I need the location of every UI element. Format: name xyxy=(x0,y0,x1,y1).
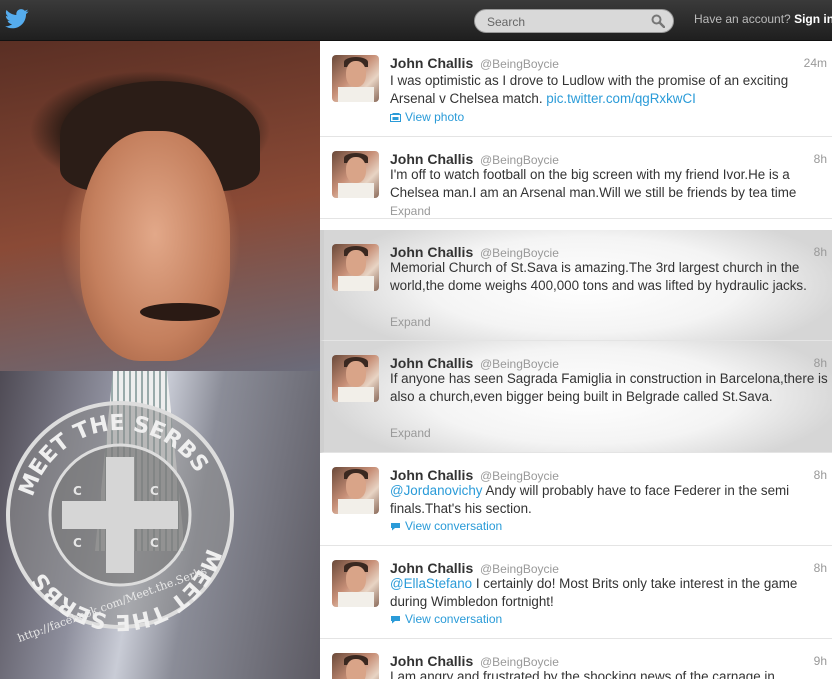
tweet-timestamp[interactable]: 24m xyxy=(804,56,827,70)
svg-text:C: C xyxy=(150,484,159,498)
tweet-author-handle[interactable]: @BeingBoycie xyxy=(480,357,559,371)
photo-icon xyxy=(390,113,401,122)
sign-in-link[interactable]: Sign in xyxy=(794,12,832,26)
avatar[interactable] xyxy=(332,244,379,291)
tweet-timestamp[interactable]: 8h xyxy=(814,356,827,370)
tweet-timestamp[interactable]: 8h xyxy=(814,245,827,259)
view-conversation-label[interactable]: View conversation xyxy=(405,612,502,626)
avatar[interactable] xyxy=(332,467,379,514)
account-prompt-text: Have an account? xyxy=(694,12,791,26)
tweet-text: If anyone has seen Sagrada Famiglia in c… xyxy=(390,371,828,404)
avatar[interactable] xyxy=(332,560,379,607)
svg-text:C: C xyxy=(73,484,82,498)
view-conversation-link[interactable]: View conversation xyxy=(390,519,502,533)
tweet-author-name[interactable]: John Challis xyxy=(390,151,473,167)
tweet-author-handle[interactable]: @BeingBoycie xyxy=(480,153,559,167)
tweet-item[interactable]: John Challis @BeingBoycie 8h I'm off to … xyxy=(320,137,832,219)
tweet-author-name[interactable]: John Challis xyxy=(390,653,473,669)
expand-link[interactable]: Expand xyxy=(390,315,431,329)
tweet-item[interactable]: John Challis @BeingBoycie 8h Memorial Ch… xyxy=(320,230,832,341)
photo-face xyxy=(80,131,230,361)
tweet-timestamp[interactable]: 8h xyxy=(814,152,827,166)
avatar[interactable] xyxy=(332,151,379,198)
tweet-text: Memorial Church of St.Sava is amazing.Th… xyxy=(390,260,807,293)
tweet-author-handle[interactable]: @BeingBoycie xyxy=(480,57,559,71)
tweet-author-handle[interactable]: @BeingBoycie xyxy=(480,562,559,576)
tweet-text: @Jordanovichy Andy will probably have to… xyxy=(390,482,830,518)
avatar[interactable] xyxy=(332,55,379,102)
tweet-text: @EllaStefano I certainly do! Most Brits … xyxy=(390,575,830,611)
search-icon[interactable] xyxy=(651,14,665,28)
tweet-author-name[interactable]: John Challis xyxy=(390,560,473,576)
tweet-author-name[interactable]: John Challis xyxy=(390,355,473,371)
tweet-timestamp[interactable]: 8h xyxy=(814,561,827,575)
tweet-author-handle[interactable]: @BeingBoycie xyxy=(480,246,559,260)
tweet-author-name[interactable]: John Challis xyxy=(390,467,473,483)
conversation-icon xyxy=(391,523,400,531)
avatar[interactable] xyxy=(332,355,379,402)
tweet-mention-link[interactable]: @EllaStefano xyxy=(390,576,472,591)
tweet-author-handle[interactable]: @BeingBoycie xyxy=(480,655,559,669)
tweet-item[interactable]: John Challis @BeingBoycie 8h If anyone h… xyxy=(320,341,832,453)
tweet-item[interactable]: John Challis @BeingBoycie 8h @EllaStefan… xyxy=(320,546,832,639)
tweet-item[interactable]: John Challis @BeingBoycie 8h @Jordanovic… xyxy=(320,453,832,546)
view-photo-link[interactable]: View photo xyxy=(390,110,464,124)
expand-link[interactable]: Expand xyxy=(390,204,431,218)
tweet-timestamp[interactable]: 8h xyxy=(814,468,827,482)
twitter-bird-icon[interactable] xyxy=(5,9,29,29)
view-photo-label[interactable]: View photo xyxy=(405,110,464,124)
search-box[interactable] xyxy=(474,9,674,33)
top-bar: Have an account? Sign in xyxy=(0,0,832,41)
tweet-author-name[interactable]: John Challis xyxy=(390,55,473,71)
tweet-author-handle[interactable]: @BeingBoycie xyxy=(480,469,559,483)
account-prompt: Have an account? Sign in xyxy=(694,12,832,26)
conversation-icon xyxy=(391,616,400,624)
view-conversation-link[interactable]: View conversation xyxy=(390,612,502,626)
avatar[interactable] xyxy=(332,653,379,679)
tweet-mention-link[interactable]: @Jordanovichy xyxy=(390,483,483,498)
expand-link[interactable]: Expand xyxy=(390,426,431,440)
tweet-text: I am angry and frustrated by the shockin… xyxy=(390,669,775,679)
photo-mustache xyxy=(140,303,220,321)
tweet-item[interactable]: John Challis @BeingBoycie 9h I am angry … xyxy=(320,639,832,679)
tweet-photo-link[interactable]: pic.twitter.com/qgRxkwCI xyxy=(546,91,696,106)
tweet-text: I was optimistic as I drove to Ludlow wi… xyxy=(390,72,830,108)
svg-text:C: C xyxy=(150,536,159,550)
tweet-timestamp[interactable]: 9h xyxy=(814,654,827,668)
tweet-timeline: John Challis @BeingBoycie 24m I was opti… xyxy=(320,41,832,679)
tweet-author-name[interactable]: John Challis xyxy=(390,244,473,260)
tweet-item[interactable]: John Challis @BeingBoycie 24m I was opti… xyxy=(320,41,832,137)
search-input[interactable] xyxy=(485,13,649,31)
svg-text:C: C xyxy=(73,536,82,550)
tweet-text: I'm off to watch football on the big scr… xyxy=(390,167,797,200)
view-conversation-label[interactable]: View conversation xyxy=(405,519,502,533)
